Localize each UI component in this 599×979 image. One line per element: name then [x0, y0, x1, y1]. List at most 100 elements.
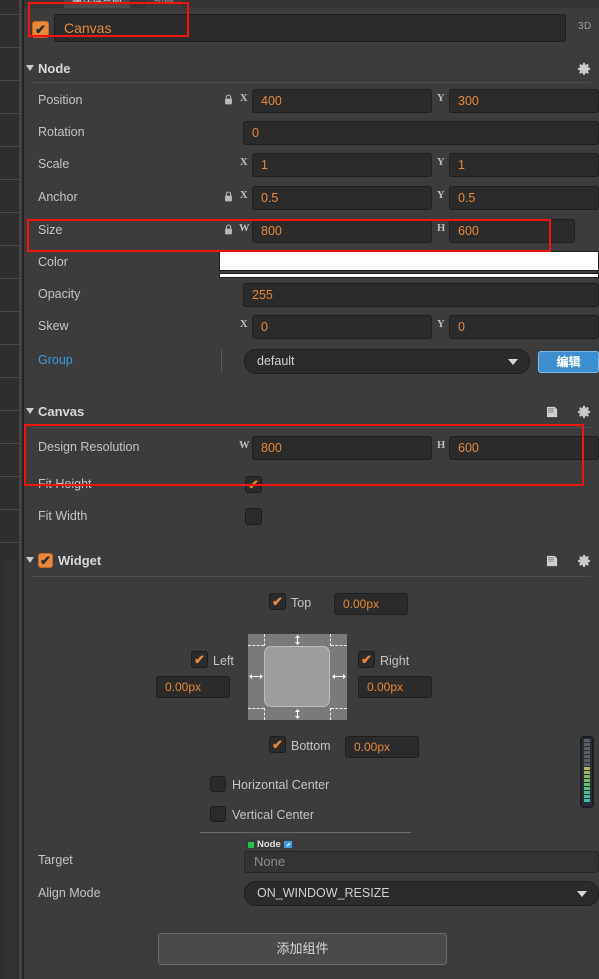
widget-right-label: Right [380, 654, 410, 668]
chevron-down-icon [577, 891, 587, 897]
axis-label-h: H [437, 440, 446, 451]
widget-top-input[interactable]: 0.00px [334, 593, 408, 615]
align-mode-value: ON_WINDOW_RESIZE [257, 886, 390, 900]
anchor-y-input[interactable]: 0.5 [449, 186, 599, 210]
left-panel-row [0, 146, 19, 147]
widget-right-checkbox[interactable] [358, 651, 375, 668]
section-header-node[interactable]: Node [24, 58, 599, 82]
fit-height-checkbox[interactable] [245, 476, 262, 493]
prop-label-skew: Skew [38, 319, 69, 333]
widget-bottom-checkbox[interactable] [269, 736, 286, 753]
guide-dash [331, 645, 347, 646]
book-icon[interactable] [546, 406, 559, 418]
section-title-node: Node [38, 61, 71, 76]
lock-icon[interactable] [224, 94, 233, 105]
node-name-input[interactable]: Canvas [54, 14, 566, 42]
book-icon[interactable] [546, 555, 559, 567]
vertical-center-label: Vertical Center [232, 808, 314, 822]
group-edit-button[interactable]: 编辑 [538, 351, 599, 373]
guide-dash [330, 634, 331, 646]
position-y-input[interactable]: 300 [449, 89, 599, 113]
gradient-strip-band [584, 759, 590, 762]
tab-animation[interactable]: 动画 [146, 0, 182, 8]
gear-icon[interactable] [577, 62, 591, 76]
color-swatch[interactable] [219, 251, 599, 271]
axis-label-w: W [239, 223, 250, 234]
external-link-icon[interactable] [283, 840, 293, 849]
prop-row-fit-width: Fit Width [24, 505, 599, 529]
left-panel-row [0, 509, 19, 510]
widget-bottom-input[interactable]: 0.00px [345, 736, 419, 758]
anchor-x-input[interactable]: 0.5 [252, 186, 432, 210]
widget-left-checkbox[interactable] [191, 651, 208, 668]
prop-row-anchor: Anchor X 0.5 Y 0.5 [24, 186, 599, 210]
gradient-strip[interactable] [580, 736, 594, 808]
color-alpha-bar[interactable] [219, 273, 599, 278]
left-panel-row [0, 245, 19, 246]
left-panel-row [0, 47, 19, 48]
scale-y-input[interactable]: 1 [449, 153, 599, 177]
widget-right-input[interactable]: 0.00px [358, 676, 432, 698]
fit-width-checkbox[interactable] [245, 508, 262, 525]
size-width-input[interactable]: 800 [252, 219, 432, 243]
section-header-widget[interactable]: Widget [24, 550, 599, 574]
widget-top-checkbox[interactable] [269, 593, 286, 610]
left-panel-row [0, 410, 19, 411]
group-divider [221, 350, 222, 372]
widget-alignment-preview [248, 634, 347, 720]
prop-label-fit-width: Fit Width [38, 509, 88, 523]
widget-left-input[interactable]: 0.00px [156, 676, 230, 698]
opacity-input[interactable]: 255 [243, 283, 599, 307]
gradient-strip-band [584, 751, 590, 754]
skew-y-input[interactable]: 0 [449, 315, 599, 339]
align-mode-dropdown[interactable]: ON_WINDOW_RESIZE [244, 881, 599, 906]
add-component-button[interactable]: 添加组件 [158, 933, 447, 965]
chevron-down-icon[interactable] [26, 408, 34, 414]
horizontal-center-label: Horizontal Center [232, 778, 330, 792]
horizontal-center-checkbox[interactable] [210, 776, 226, 792]
widget-top-label: Top [291, 596, 312, 610]
gradient-strip-band [584, 783, 590, 786]
arrow-vertical-icon [295, 635, 300, 645]
target-type-chip[interactable]: Node [244, 838, 297, 851]
chevron-down-icon[interactable] [26, 65, 34, 71]
inspector-window: 属性检查器 动画 Canvas 3D Node Position [0, 0, 599, 979]
gradient-strip-band [584, 771, 590, 774]
guide-dash [264, 634, 265, 646]
node-3d-badge[interactable]: 3D [578, 21, 592, 32]
node-enabled-checkbox[interactable] [32, 21, 49, 38]
gradient-strip-band [584, 791, 590, 794]
rotation-input[interactable]: 0 [243, 121, 599, 145]
section-rule [32, 427, 591, 428]
size-height-input[interactable]: 600 [449, 219, 575, 243]
lock-icon[interactable] [224, 191, 233, 202]
guide-dash [331, 708, 347, 709]
section-header-canvas[interactable]: Canvas [24, 401, 599, 425]
left-panel-row [0, 212, 19, 213]
group-dropdown[interactable]: default [244, 349, 530, 374]
design-resolution-width-input[interactable]: 800 [252, 436, 432, 460]
left-panel-row [0, 344, 19, 345]
skew-x-input[interactable]: 0 [252, 315, 432, 339]
chevron-down-icon[interactable] [26, 557, 34, 563]
left-panel-sliver [0, 0, 19, 979]
target-chip-label: Node [257, 839, 281, 850]
design-resolution-height-input[interactable]: 600 [449, 436, 599, 460]
prop-label-design-resolution: Design Resolution [38, 440, 140, 454]
prop-label-color: Color [38, 255, 68, 269]
section-title-canvas: Canvas [38, 404, 85, 419]
axis-label-y: Y [437, 93, 445, 104]
lock-icon[interactable] [224, 224, 233, 235]
gear-icon[interactable] [577, 405, 591, 419]
widget-enabled-checkbox[interactable] [38, 553, 53, 568]
prop-row-rotation: Rotation 0 [24, 121, 599, 145]
position-x-input[interactable]: 400 [252, 89, 432, 113]
tab-inspector[interactable]: 属性检查器 [64, 0, 130, 8]
vertical-center-checkbox[interactable] [210, 806, 226, 822]
target-input[interactable]: None [244, 851, 599, 873]
axis-label-y: Y [437, 190, 445, 201]
prop-label-group[interactable]: Group [38, 353, 73, 367]
left-panel-row [0, 542, 19, 543]
gear-icon[interactable] [577, 554, 591, 568]
scale-x-input[interactable]: 1 [252, 153, 432, 177]
